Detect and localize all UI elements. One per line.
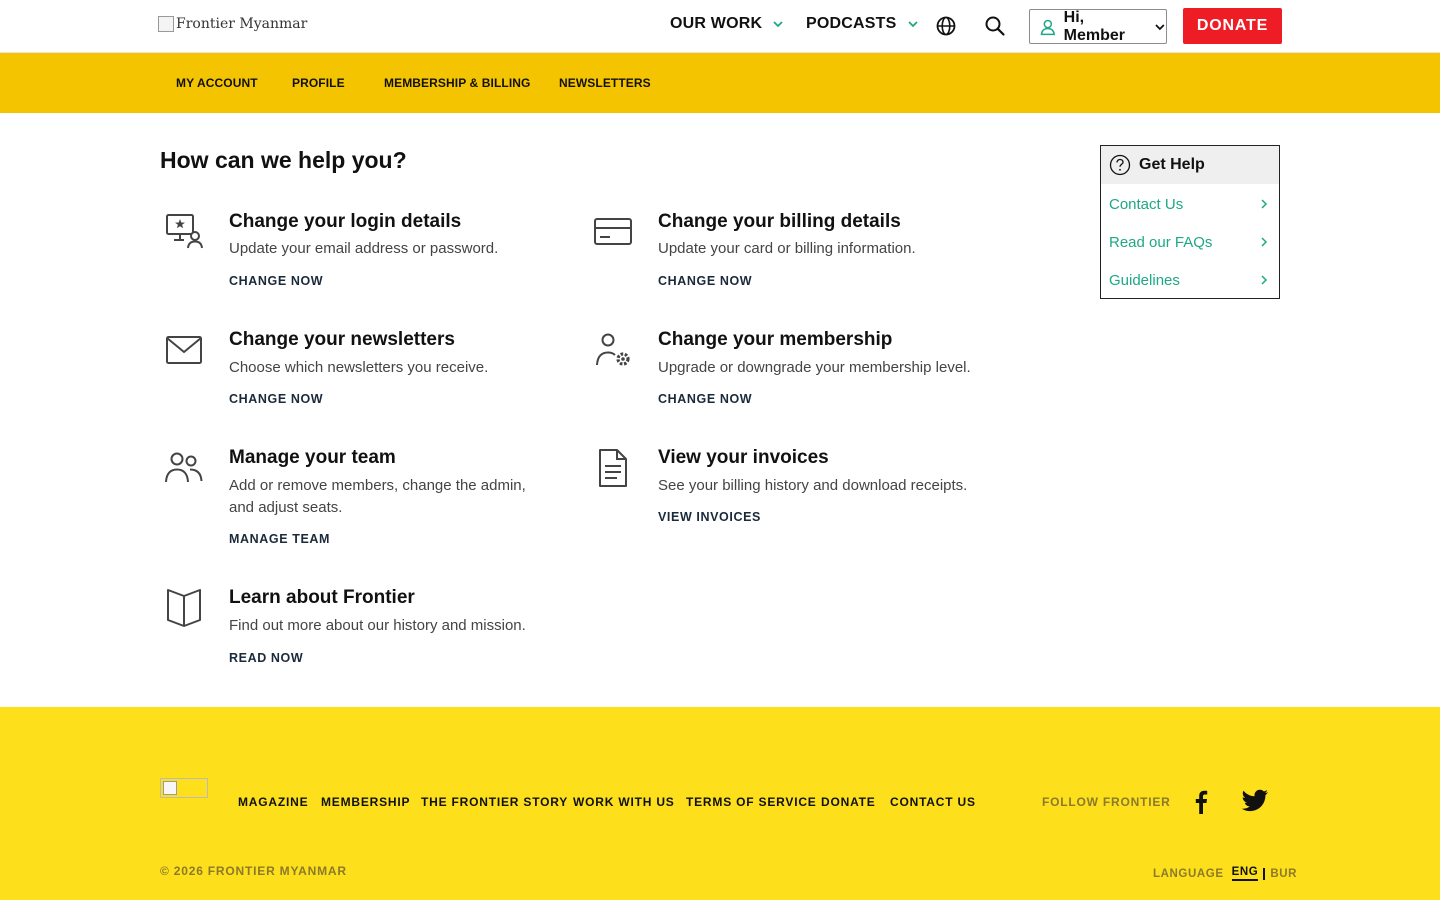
question-circle-icon bbox=[1109, 154, 1131, 176]
follow-label: FOLLOW FRONTIER bbox=[1042, 795, 1171, 809]
chevron-down-icon bbox=[907, 21, 918, 28]
footer-link-donate[interactable]: DONATE bbox=[821, 795, 876, 809]
get-help-panel: Get Help Contact Us Read our FAQs Guidel… bbox=[1100, 145, 1280, 299]
search-icon[interactable] bbox=[984, 15, 1006, 37]
envelope-icon bbox=[166, 336, 202, 364]
site-logo[interactable]: Frontier Myanmar bbox=[158, 16, 307, 32]
subnav-membership-billing[interactable]: MEMBERSHIP & BILLING bbox=[384, 76, 530, 90]
chevron-down-icon bbox=[773, 21, 783, 28]
card-title: Manage your team bbox=[229, 447, 396, 468]
card-description: Update your email address or password. bbox=[229, 240, 499, 257]
logo-alt-text: Frontier Myanmar bbox=[176, 16, 308, 32]
help-item-label: Read our FAQs bbox=[1109, 233, 1213, 251]
chevron-down-icon bbox=[1155, 23, 1165, 30]
help-contact-us[interactable]: Contact Us bbox=[1109, 194, 1269, 214]
footer-link-contact[interactable]: CONTACT US bbox=[890, 795, 976, 809]
card-title: View your invoices bbox=[658, 447, 829, 468]
card-description: Upgrade or downgrade your membership lev… bbox=[658, 359, 971, 376]
card-description: Choose which newsletters you receive. bbox=[229, 359, 489, 376]
card-title: Learn about Frontier bbox=[229, 587, 415, 608]
language-divider bbox=[1263, 867, 1266, 880]
language-bur[interactable]: BUR bbox=[1270, 868, 1297, 880]
chevron-right-icon bbox=[1261, 199, 1268, 209]
monitor-user-icon bbox=[166, 214, 203, 249]
card-description: Find out more about our history and miss… bbox=[229, 617, 526, 634]
broken-image-icon bbox=[163, 781, 177, 795]
card-title: Change your membership bbox=[658, 329, 893, 350]
help-item-label: Contact Us bbox=[1109, 195, 1184, 213]
language-label: LANGUAGE bbox=[1153, 867, 1224, 880]
member-label: Hi, Member bbox=[1063, 8, 1126, 44]
card-title: Change your login details bbox=[229, 211, 462, 232]
donate-button[interactable]: DONATE bbox=[1183, 8, 1282, 44]
change-login-link[interactable]: CHANGE NOW bbox=[229, 274, 323, 288]
chevron-right-icon bbox=[1261, 237, 1268, 247]
card-description: See your billing history and download re… bbox=[658, 477, 968, 494]
nav-podcasts[interactable]: PODCASTS bbox=[806, 15, 919, 33]
footer-link-terms[interactable]: TERMS OF SERVICE bbox=[686, 795, 817, 809]
help-guidelines[interactable]: Guidelines bbox=[1109, 270, 1269, 290]
footer-link-membership[interactable]: MEMBERSHIP bbox=[321, 795, 410, 809]
view-invoices-link[interactable]: VIEW INVOICES bbox=[658, 510, 761, 524]
card-title: Change your billing details bbox=[658, 211, 901, 232]
member-menu-button[interactable]: Hi, Member bbox=[1029, 9, 1167, 44]
language-switcher: LANGUAGE ENG BUR bbox=[1153, 866, 1297, 881]
users-icon bbox=[165, 452, 203, 483]
credit-card-icon bbox=[594, 218, 632, 245]
globe-icon[interactable] bbox=[935, 15, 957, 37]
copyright-text: © 2026 FRONTIER MYANMAR bbox=[160, 864, 347, 878]
book-icon bbox=[167, 589, 201, 627]
subnav-my-account[interactable]: MY ACCOUNT bbox=[176, 76, 258, 90]
footer-link-work-with-us[interactable]: WORK WITH US bbox=[573, 795, 675, 809]
help-read-faqs[interactable]: Read our FAQs bbox=[1109, 232, 1269, 252]
footer-link-magazine[interactable]: MAGAZINE bbox=[238, 795, 308, 809]
facebook-icon[interactable] bbox=[1191, 788, 1211, 814]
twitter-icon[interactable] bbox=[1241, 789, 1269, 813]
account-subnav: MY ACCOUNT PROFILE MEMBERSHIP & BILLING … bbox=[0, 53, 1440, 113]
user-icon bbox=[1040, 19, 1056, 35]
manage-team-link[interactable]: MANAGE TEAM bbox=[229, 532, 330, 546]
change-billing-link[interactable]: CHANGE NOW bbox=[658, 274, 752, 288]
help-item-label: Guidelines bbox=[1109, 271, 1180, 289]
document-icon bbox=[599, 449, 627, 487]
get-help-title: Get Help bbox=[1139, 156, 1205, 173]
card-description: Add or remove members, change the admin,… bbox=[229, 477, 526, 516]
footer-link-frontier-story[interactable]: THE FRONTIER STORY bbox=[421, 795, 568, 809]
footer-logo[interactable] bbox=[160, 778, 208, 798]
get-help-header: Get Help bbox=[1101, 146, 1279, 184]
card-description: Update your card or billing information. bbox=[658, 240, 916, 257]
subnav-newsletters[interactable]: NEWSLETTERS bbox=[559, 76, 651, 90]
nav-our-work-label: OUR WORK bbox=[670, 15, 763, 32]
chevron-right-icon bbox=[1261, 275, 1268, 285]
subnav-profile[interactable]: PROFILE bbox=[292, 76, 345, 90]
change-newsletters-link[interactable]: CHANGE NOW bbox=[229, 392, 323, 406]
nav-our-work[interactable]: OUR WORK bbox=[670, 15, 784, 33]
card-title: Change your newsletters bbox=[229, 329, 455, 350]
top-header: Frontier Myanmar OUR WORK PODCASTS Hi, M… bbox=[0, 0, 1440, 53]
page-title: How can we help you? bbox=[160, 147, 407, 173]
language-eng[interactable]: ENG bbox=[1231, 866, 1259, 881]
read-now-link[interactable]: READ NOW bbox=[229, 651, 303, 665]
user-gear-icon bbox=[596, 333, 630, 366]
nav-podcasts-label: PODCASTS bbox=[806, 15, 897, 32]
change-membership-link[interactable]: CHANGE NOW bbox=[658, 392, 752, 406]
broken-image-icon bbox=[158, 16, 174, 32]
